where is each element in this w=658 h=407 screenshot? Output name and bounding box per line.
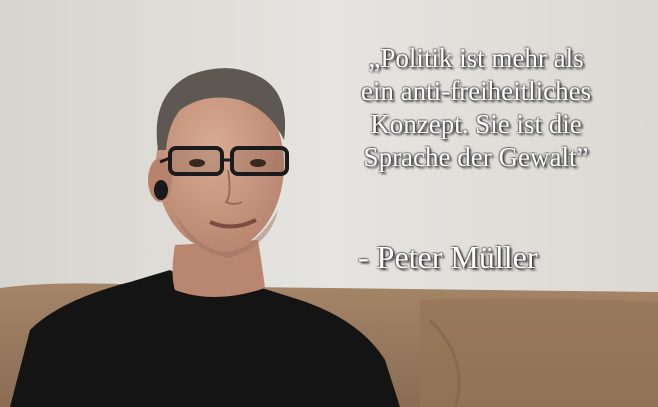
quote-line: ein anti-freiheitliches (360, 76, 592, 106)
quote-line: Konzept. Sie ist die (370, 109, 582, 139)
earbud (154, 180, 168, 200)
quote-author: - Peter Müller (358, 239, 538, 275)
quote-line: Sprache der Gewalt” (363, 142, 589, 172)
quote-line: „Politik ist mehr als (368, 43, 584, 73)
video-still: „Politik ist mehr als ein anti-freiheitl… (0, 0, 658, 407)
quote-text: „Politik ist mehr als ein anti-freiheitl… (300, 42, 652, 174)
